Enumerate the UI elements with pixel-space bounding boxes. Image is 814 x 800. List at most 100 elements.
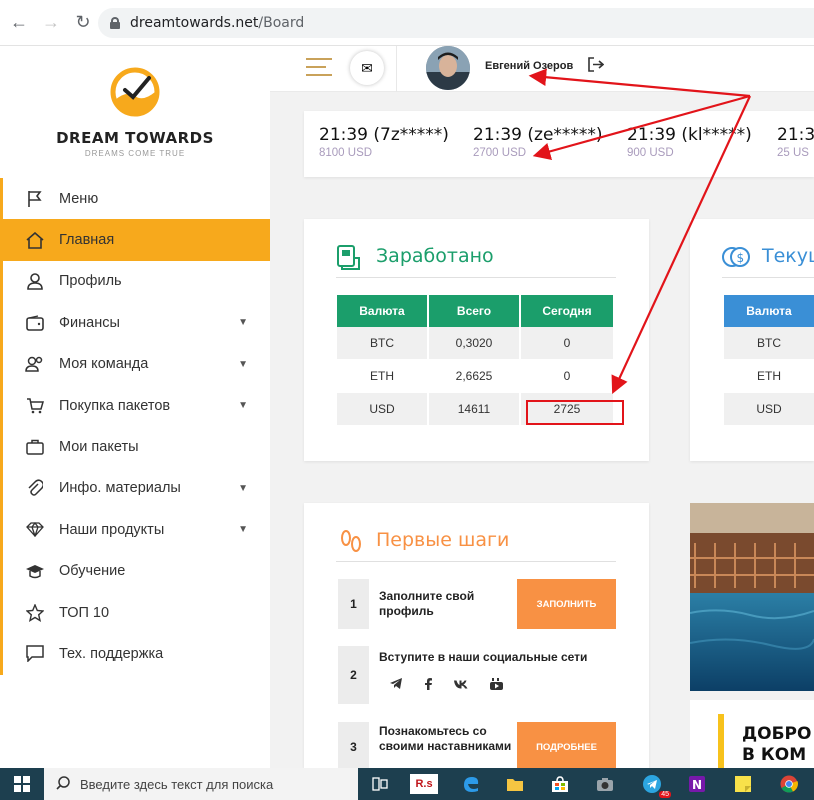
avatar[interactable] <box>426 46 470 90</box>
chrome-icon[interactable] <box>778 774 800 794</box>
sidebar-item-finance[interactable]: Финансы ▼ <box>0 302 270 344</box>
store-icon[interactable] <box>549 774 571 794</box>
menu-toggle-icon[interactable] <box>306 58 332 78</box>
sidebar-item-label: Моя команда <box>59 356 149 373</box>
coins-icon: $ <box>722 245 750 274</box>
sidebar-item-label: Наши продукты <box>59 521 165 538</box>
transactions-ticker: 21:39 (7z*****) 8100 USD 21:39 (ze*****)… <box>304 111 814 177</box>
fill-profile-button[interactable]: ЗАПОЛНИТЬ <box>517 579 616 629</box>
card-title: Первые шаги <box>376 529 510 551</box>
windows-start-icon[interactable] <box>14 776 30 792</box>
table-cell: USD <box>724 393 814 426</box>
chevron-down-icon: ▼ <box>238 524 248 536</box>
sidebar-item-label: Мои пакеты <box>59 439 139 456</box>
telegram-icon[interactable] <box>390 678 403 693</box>
forward-icon[interactable]: → <box>38 10 64 36</box>
sidebar-item-label: Меню <box>59 190 99 207</box>
logout-icon[interactable] <box>588 57 605 75</box>
app-rs-icon[interactable]: R.s <box>410 774 438 794</box>
ticker-item: 21:3 25 US <box>777 125 814 159</box>
camera-icon[interactable] <box>594 774 616 794</box>
step-text: Познакомьтесь со своими наставниками <box>379 724 512 753</box>
youtube-icon[interactable] <box>490 678 503 693</box>
table-cell: 0 <box>521 327 615 360</box>
divider <box>336 277 616 278</box>
reload-icon[interactable]: ↻ <box>70 10 96 36</box>
sidebar-item-home[interactable]: Главная <box>0 219 270 261</box>
telegram-app-icon[interactable]: 45 <box>641 774 671 798</box>
username[interactable]: Евгений Озеров <box>485 60 573 72</box>
sidebar-item-label: Обучение <box>59 563 126 580</box>
ticker-amount: 2700 USD <box>473 147 527 159</box>
lock-icon <box>110 17 120 29</box>
table-cell: 14611 <box>429 393 521 426</box>
sidebar-item-team[interactable]: Моя команда ▼ <box>0 343 270 385</box>
ticker-item: 21:39 (ze*****) 2700 USD <box>473 125 627 159</box>
sidebar-item-my-packages[interactable]: Мои пакеты <box>0 426 270 468</box>
wallet-icon <box>25 313 45 333</box>
taskbar-search-input[interactable]: Введите здесь текст для поиска <box>44 768 358 800</box>
onenote-icon[interactable]: N <box>686 774 708 794</box>
cash-register-icon <box>336 245 360 276</box>
ticker-amount: 8100 USD <box>319 147 373 159</box>
table-cell: 0 <box>521 360 615 393</box>
sidebar-item-education[interactable]: Обучение <box>0 550 270 592</box>
sidebar-item-products[interactable]: Наши продукты ▼ <box>0 509 270 551</box>
team-icon <box>25 354 45 374</box>
table-cell: USD <box>337 393 429 426</box>
more-info-button[interactable]: ПОДРОБНЕЕ <box>517 722 616 768</box>
sidebar-item-top10[interactable]: ТОП 10 <box>0 591 270 634</box>
footprints-icon <box>340 529 362 560</box>
sidebar-menu: Меню Главная Профиль Финансы ▼ Моя коман… <box>0 178 270 675</box>
sidebar-item-support[interactable]: Тех. поддержка <box>0 633 270 675</box>
logo[interactable]: DREAM TOWARDS DREAMS COME TRUE <box>50 66 220 176</box>
chevron-down-icon: ▼ <box>238 400 248 412</box>
divider <box>336 561 616 562</box>
chevron-down-icon: ▼ <box>238 482 248 494</box>
step-text: Заполните свой профиль <box>379 589 475 618</box>
table-cell: 2,6625 <box>429 360 521 393</box>
divider <box>396 46 397 92</box>
ticker-amount: 25 US <box>777 147 809 159</box>
welcome-line: ДОБРО <box>742 724 812 744</box>
table-cell: ETH <box>337 360 429 393</box>
search-icon <box>56 776 70 793</box>
ticker-time: 21:39 (kl*****) <box>627 125 752 145</box>
table-cell: 0,3020 <box>429 327 521 360</box>
folder-icon[interactable] <box>504 774 526 794</box>
sidebar-item-buy-packages[interactable]: Покупка пакетов ▼ <box>0 384 270 427</box>
ticker-item: 21:39 (kl*****) 900 USD <box>627 125 781 159</box>
address-bar[interactable]: dreamtowards.net/Board <box>98 8 814 38</box>
column-header: Всего <box>429 295 521 327</box>
sidebar-item-menu[interactable]: Меню <box>0 178 270 220</box>
sidebar-item-label: Покупка пакетов <box>59 397 171 414</box>
sticky-notes-icon[interactable] <box>732 774 754 794</box>
url-host: dreamtowards.net <box>130 15 259 31</box>
task-view-icon[interactable] <box>369 774 391 794</box>
card-title: Заработано <box>376 245 494 267</box>
sidebar-item-label: Главная <box>59 232 115 249</box>
step-number: 3 <box>338 722 369 768</box>
table-header-row: Валюта Всего Сегодня <box>337 295 615 327</box>
url-path: /Board <box>258 15 305 31</box>
mail-icon[interactable]: ✉ <box>350 51 384 85</box>
facebook-icon[interactable] <box>425 678 432 693</box>
table-row: BTC <box>724 327 814 360</box>
back-icon[interactable]: ← <box>6 10 32 36</box>
briefcase-icon <box>25 437 45 457</box>
sidebar: DREAM TOWARDS DREAMS COME TRUE Меню Глав… <box>0 46 270 768</box>
sidebar-item-info[interactable]: Инфо. материалы ▼ <box>0 467 270 510</box>
sidebar-item-label: Тех. поддержка <box>59 645 164 662</box>
vk-icon[interactable] <box>454 678 468 693</box>
table-row: BTC 0,3020 0 <box>337 327 615 360</box>
step-number: 1 <box>338 579 369 629</box>
svg-text:$: $ <box>737 251 745 265</box>
user-icon <box>25 271 45 291</box>
sidebar-item-label: Инфо. материалы <box>59 480 181 497</box>
ticker-time: 21:39 (7z*****) <box>319 125 449 145</box>
promo-image <box>690 503 814 691</box>
sidebar-item-profile[interactable]: Профиль <box>0 260 270 303</box>
edge-icon[interactable] <box>460 774 482 794</box>
sidebar-item-label: Финансы <box>59 314 120 331</box>
table-cell: BTC <box>724 327 814 360</box>
